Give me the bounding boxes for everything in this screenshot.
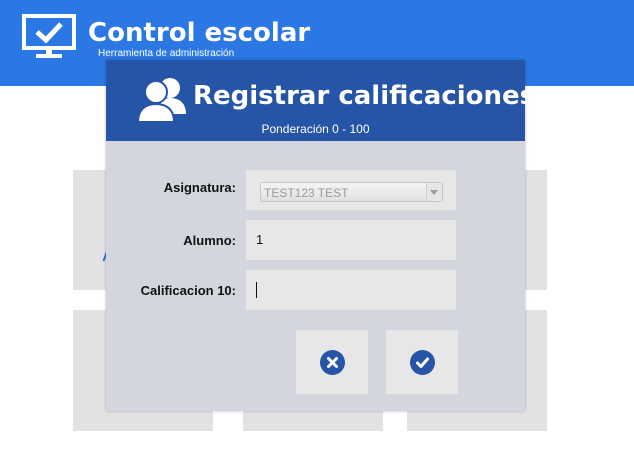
dialog-title: Registrar calificaciones [193,81,536,111]
chevron-down-icon[interactable] [426,183,442,201]
subject-select-value: TEST123 TEST [264,186,349,200]
app-title: Control escolar [88,18,311,48]
subject-label: Asignatura: [163,180,236,195]
app-subtitle: Herramienta de administración [98,48,235,59]
cancel-button[interactable] [296,330,368,394]
grade-input[interactable] [246,270,456,310]
grade-dialog: Registrar calificaciones Ponderación 0 -… [106,60,535,411]
student-input[interactable]: 1 [246,220,456,260]
subject-field: TEST123 TEST [246,170,456,210]
users-icon [136,78,186,123]
close-icon [320,350,345,375]
dialog-subtitle: Ponderación 0 - 100 [261,122,370,136]
dialog-header: Registrar calificaciones Ponderación 0 -… [106,60,535,141]
monitor-check-icon [22,14,76,58]
subject-select[interactable]: TEST123 TEST [260,182,443,202]
text-cursor [256,282,257,298]
check-icon [410,350,435,375]
student-label: Alumno: [183,233,236,248]
confirm-button[interactable] [386,330,458,394]
grade-label: Calificacion 10: [140,283,236,298]
student-input-value: 1 [256,232,264,247]
